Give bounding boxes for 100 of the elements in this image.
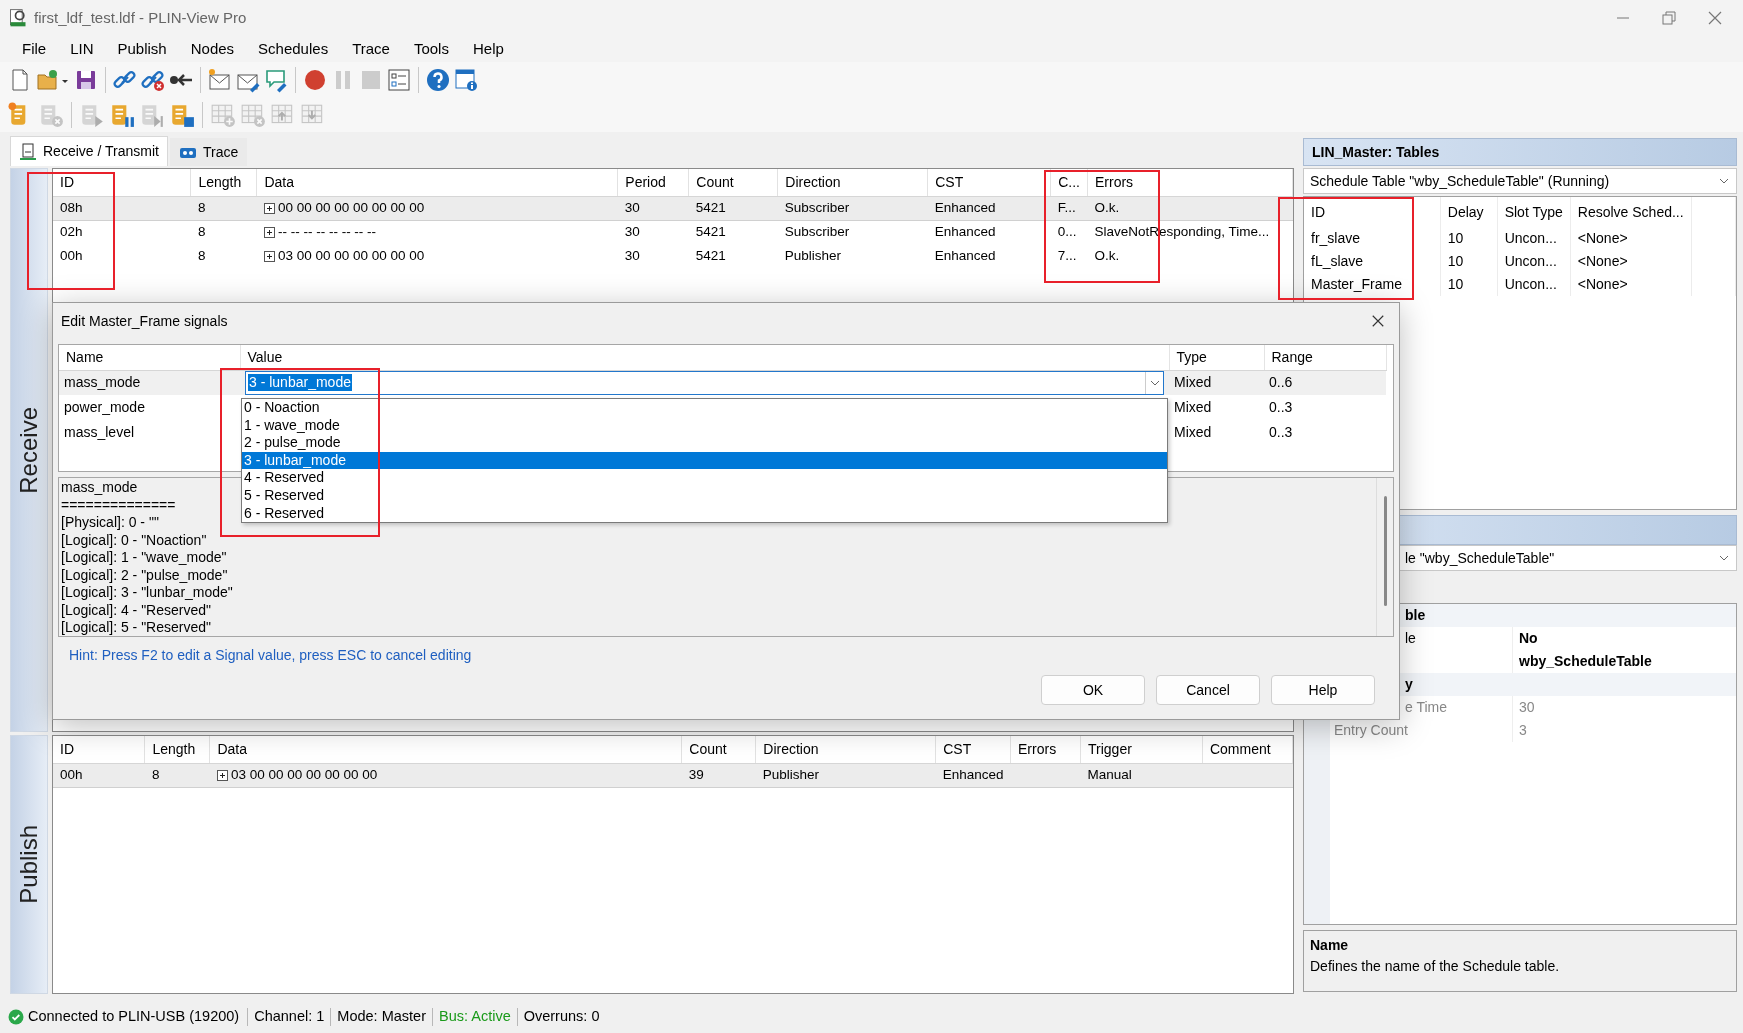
property-value[interactable]: 3: [1519, 722, 1527, 739]
table-cell: -- -- -- -- -- -- -- --: [277, 224, 377, 241]
menu-item[interactable]: Schedules: [246, 38, 341, 60]
envelope-icon[interactable]: [208, 67, 232, 93]
column-header[interactable]: Length: [190, 169, 257, 196]
column-header[interactable]: Value: [240, 345, 1169, 370]
column-header[interactable]: Delay: [1440, 197, 1498, 227]
table-cell: Publisher: [762, 767, 820, 783]
section-label[interactable]: Receive: [14, 406, 44, 494]
column-header[interactable]: Range: [1264, 345, 1386, 370]
menu-item[interactable]: LIN: [58, 38, 106, 60]
dropdown[interactable]: Schedule Table "wby_ScheduleTable" (Running): [1303, 168, 1737, 194]
restore-icon[interactable]: [1661, 10, 1677, 26]
column-header[interactable]: ID: [53, 169, 191, 196]
table-cell: 10: [1447, 230, 1464, 247]
column-header[interactable]: Name: [59, 345, 240, 370]
column-header[interactable]: CST: [935, 736, 1011, 764]
dropdown-option[interactable]: 6 - Reserved: [242, 504, 1167, 523]
tab[interactable]: Trace: [169, 138, 248, 166]
expand-icon[interactable]: [263, 226, 275, 238]
table-row[interactable]: 08h 8 00 00 00 00 00 00 00 00 30 5421 Subscriber Enhanced F... O.k.: [53, 196, 1293, 220]
table-cell: O.k.: [1094, 247, 1120, 263]
menu-item[interactable]: Publish: [105, 38, 179, 60]
column-header[interactable]: Trigger: [1080, 736, 1203, 764]
table-cell: 8: [197, 224, 206, 240]
menu-item[interactable]: Nodes: [178, 38, 247, 60]
column-header[interactable]: Comment: [1202, 736, 1293, 764]
menu-item[interactable]: File: [10, 38, 59, 60]
table-cell: Mixed: [1169, 395, 1264, 420]
column-header[interactable]: ID: [1304, 197, 1441, 227]
dropdown-option[interactable]: 3 - lunbar_mode: [242, 451, 1167, 470]
tab[interactable]: Receive / Transmit: [10, 136, 168, 166]
table-cell[interactable]: power_mode: [59, 395, 240, 420]
scrollbar-thumb[interactable]: [1383, 496, 1387, 606]
table-cell[interactable]: mass_level: [59, 420, 240, 445]
table-cell: 0...: [1057, 224, 1077, 240]
dialog-button[interactable]: OK: [1041, 675, 1145, 705]
scroll-pause-icon[interactable]: [109, 102, 135, 128]
table-cell: fr_slave: [1311, 230, 1361, 247]
open-folder-icon[interactable]: [36, 67, 70, 93]
table-cell: 10: [1447, 276, 1464, 293]
column-header[interactable]: Length: [144, 736, 210, 764]
expand-icon[interactable]: [216, 769, 228, 781]
column-header[interactable]: Direction: [755, 736, 936, 764]
dropdown-option[interactable]: 0 - Noaction: [242, 399, 1167, 417]
menu-item[interactable]: Tools: [401, 38, 461, 60]
column-header[interactable]: CST: [927, 169, 1051, 196]
property-value[interactable]: wby_ScheduleTable: [1519, 653, 1652, 670]
column-header[interactable]: ID: [53, 736, 145, 764]
value-combobox[interactable]: 3 - lunbar_mode: [245, 370, 1164, 395]
column-header[interactable]: Period: [617, 169, 689, 196]
property-value[interactable]: No: [1519, 630, 1538, 647]
column-header[interactable]: Count: [681, 736, 756, 764]
table-cell[interactable]: mass_mode: [59, 370, 240, 395]
close-icon[interactable]: [1371, 314, 1385, 328]
column-header[interactable]: Direction: [777, 169, 928, 196]
menu-item[interactable]: Trace: [340, 38, 402, 60]
column-header[interactable]: Resolve Sched...: [1570, 197, 1692, 227]
speech-bubble-edit-icon[interactable]: [264, 67, 288, 93]
description-title: Name: [1310, 937, 1350, 954]
help-icon[interactable]: [426, 67, 450, 93]
table-cell: Uncon...: [1504, 276, 1557, 293]
column-header[interactable]: C...: [1050, 169, 1088, 196]
column-header[interactable]: Data: [209, 736, 682, 764]
column-header[interactable]: Errors: [1010, 736, 1081, 764]
table-cell: 30: [624, 199, 640, 215]
category-label[interactable]: y: [1405, 676, 1413, 693]
column-header[interactable]: Type: [1169, 345, 1264, 370]
menu-item[interactable]: Help: [460, 38, 516, 60]
dropdown-option[interactable]: 2 - pulse_mode: [242, 434, 1167, 452]
table-cell: 7...: [1057, 247, 1077, 263]
column-header[interactable]: Count: [688, 169, 778, 196]
property-value[interactable]: 30: [1519, 699, 1535, 716]
dialog-button[interactable]: Help: [1271, 675, 1375, 705]
checklist-icon[interactable]: [387, 67, 411, 93]
scroll-stop-icon[interactable]: [169, 102, 195, 128]
dropdown-option[interactable]: 1 - wave_mode: [242, 416, 1167, 435]
category-label[interactable]: ble: [1405, 607, 1426, 624]
dialog-title: Edit Master_Frame signals: [61, 312, 228, 330]
expand-icon[interactable]: [263, 250, 275, 262]
dropdown-option[interactable]: 5 - Reserved: [242, 486, 1167, 505]
table-row[interactable]: 00h 8 03 00 00 00 00 00 00 00 39 Publisher Enhanced Manual: [53, 763, 1293, 788]
expand-icon[interactable]: [263, 202, 275, 214]
window-title: first_ldf_test.ldf - PLIN-View Pro: [34, 9, 247, 27]
computer-icon: [19, 142, 37, 161]
column-header[interactable]: Errors: [1087, 169, 1293, 196]
table-cell: 10: [1447, 253, 1464, 270]
table-row[interactable]: 00h 8 03 00 00 00 00 00 00 00 30 5421 Publisher Enhanced 7... O.k.: [53, 244, 1293, 268]
record-icon[interactable]: [303, 67, 327, 93]
hint-text: Hint: Press F2 to edit a Signal value, press ESC to cancel editing: [68, 646, 473, 665]
table-cell: 00 00 00 00 00 00 00 00: [277, 199, 425, 217]
status-text: Mode: Master: [330, 1008, 432, 1026]
column-header[interactable]: Slot Type: [1497, 197, 1571, 227]
column-header[interactable]: Data: [256, 169, 618, 196]
table-cell: <None>: [1577, 253, 1628, 270]
check-icon: [8, 1009, 24, 1025]
table-cell-text: 0..3: [1268, 423, 1294, 443]
dialog-button[interactable]: Cancel: [1156, 675, 1260, 705]
dropdown-option[interactable]: 4 - Reserved: [242, 469, 1167, 487]
window-info-icon[interactable]: [454, 67, 478, 93]
